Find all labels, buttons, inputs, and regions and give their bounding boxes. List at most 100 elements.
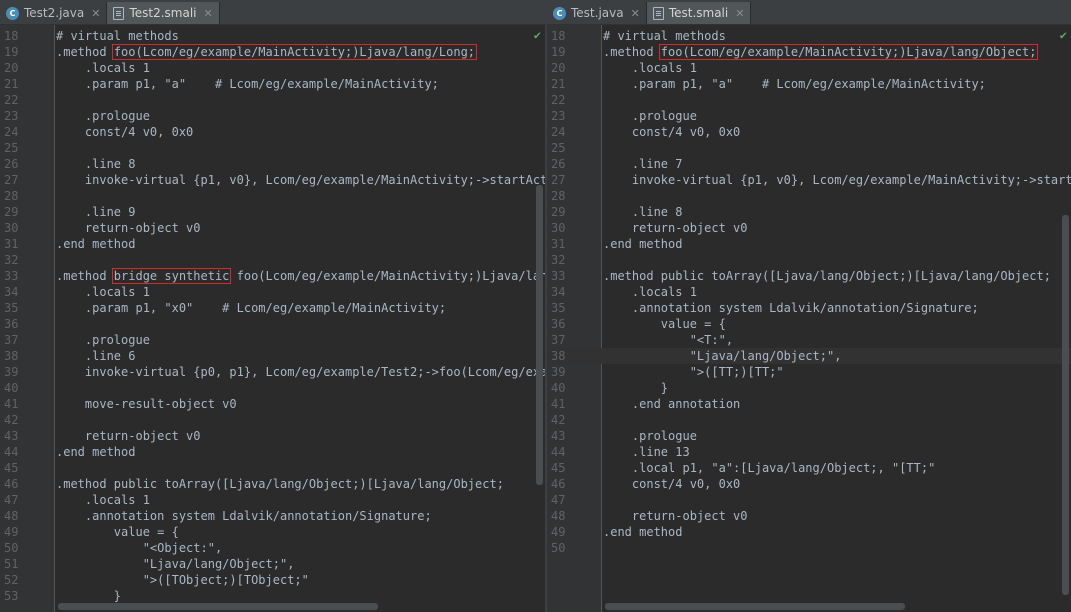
code-text: .line 6 xyxy=(56,348,136,364)
code-text: .line 8 xyxy=(56,156,136,172)
right-vertical-scrollbar[interactable] xyxy=(1062,215,1069,595)
code-line: 29 .line 8 xyxy=(547,204,1071,220)
right-code-editor[interactable]: ✔ 18 # virtual methods 19 .method foo(Lcom/… xyxy=(547,25,1071,612)
line-number: 18 xyxy=(551,29,566,43)
code-segment: .locals 1 xyxy=(56,61,150,75)
code-line: 29 .line 9 xyxy=(0,204,545,220)
code-segment: value = { xyxy=(603,317,726,331)
code-segment: } xyxy=(56,589,122,603)
code-segment: return-object v0 xyxy=(603,221,748,235)
code-segment: .locals 1 xyxy=(603,61,697,75)
code-segment: .prologue xyxy=(603,109,697,123)
close-icon[interactable]: ✕ xyxy=(91,7,100,20)
right-code-lines: 18 # virtual methods 19 .method foo(Lcom/eg… xyxy=(547,28,1071,556)
code-line: 18 # virtual methods xyxy=(547,28,1071,44)
code-segment: .method public toArray([Ljava/lang/Objec… xyxy=(56,477,504,491)
code-segment: return-object v0 xyxy=(56,221,201,235)
left-code-lines: 18 # virtual methods 19 .method foo(Lcom/eg… xyxy=(0,28,545,604)
tab-test-smali[interactable]: Test.smali ✕ xyxy=(646,2,752,24)
left-horizontal-scrollbar[interactable] xyxy=(58,603,378,610)
code-line: 22 xyxy=(547,92,1071,108)
line-number: 22 xyxy=(551,93,566,107)
code-text: .line 9 xyxy=(56,204,136,220)
right-editor-pane: C Test.java ✕ Test.smali ✕ ✔ 18 # virtual met… xyxy=(545,0,1071,612)
line-number: 24 xyxy=(551,125,566,139)
close-icon[interactable]: ✕ xyxy=(204,7,213,20)
line-number: 27 xyxy=(4,173,19,187)
line-number: 26 xyxy=(4,157,19,171)
code-text: "Ljava/lang/Object;", xyxy=(56,556,295,572)
code-segment: .local p1, "a":[Ljava/lang/Object;, "[TT… xyxy=(603,461,936,475)
code-segment: "<Object:", xyxy=(56,541,223,555)
left-code-editor[interactable]: ✔ 18 # virtual methods 19 .method foo(Lcom/… xyxy=(0,25,545,612)
line-number: 50 xyxy=(4,541,19,555)
code-line: 28 xyxy=(0,188,545,204)
code-line: 48 return-object v0 xyxy=(547,508,1071,524)
code-text: value = { xyxy=(56,524,179,540)
code-segment: const/4 v0, 0x0 xyxy=(603,477,741,491)
tab-test-java[interactable]: C Test.java ✕ xyxy=(547,2,647,24)
code-segment: .end method xyxy=(56,445,136,459)
line-number: 29 xyxy=(4,205,19,219)
left-vertical-scrollbar[interactable] xyxy=(536,185,543,485)
code-segment: } xyxy=(603,381,669,395)
code-segment: .locals 1 xyxy=(603,285,697,299)
code-line: 48 .annotation system Ldalvik/annotation… xyxy=(0,508,545,524)
code-segment: invoke-virtual {p1, v0}, Lcom/eg/example… xyxy=(56,173,545,187)
code-segment: const/4 v0, 0x0 xyxy=(603,125,741,139)
code-line: 34 .locals 1 xyxy=(547,284,1071,300)
code-text: .end method xyxy=(56,444,135,460)
code-line: 19 .method foo(Lcom/eg/example/MainActivi… xyxy=(547,44,1071,60)
code-line: 19 .method foo(Lcom/eg/example/MainActivi… xyxy=(0,44,545,60)
code-segment: .line 6 xyxy=(56,349,136,363)
code-text: .method bridge synthetic foo(Lcom/eg/exa… xyxy=(56,268,545,284)
tab-test2-smali[interactable]: Test2.smali ✕ xyxy=(107,2,220,24)
highlight-box: foo(Lcom/eg/example/MainActivity;)Ljava/… xyxy=(658,44,1039,60)
code-line: 42 xyxy=(0,412,545,428)
code-text: return-object v0 xyxy=(603,508,748,524)
highlight-box: foo(Lcom/eg/example/MainActivity;)Ljava/… xyxy=(111,44,478,60)
code-line: 24 const/4 v0, 0x0 xyxy=(0,124,545,140)
code-line: 33 .method public toArray([Ljava/lang/Obj… xyxy=(547,268,1071,284)
line-number: 30 xyxy=(4,221,19,235)
code-text: .end method xyxy=(603,524,682,540)
code-line: 23 .prologue xyxy=(0,108,545,124)
code-segment: .annotation system Ldalvik/annotation/Si… xyxy=(603,301,979,315)
code-text: const/4 v0, 0x0 xyxy=(56,124,193,140)
line-number: 21 xyxy=(4,77,19,91)
close-icon[interactable]: ✕ xyxy=(631,7,640,20)
code-segment: "Ljava/lang/Object;", xyxy=(56,557,295,571)
line-number: 36 xyxy=(551,317,566,331)
code-line: 43 .prologue xyxy=(547,428,1071,444)
code-segment: .end annotation xyxy=(603,397,741,411)
code-line: 27 invoke-virtual {p1, v0}, Lcom/eg/exam… xyxy=(547,172,1071,188)
tab-test2-java[interactable]: C Test2.java ✕ xyxy=(0,2,108,24)
java-class-icon: C xyxy=(553,6,566,20)
right-horizontal-scrollbar[interactable] xyxy=(605,603,905,610)
code-line: 42 xyxy=(547,412,1071,428)
code-line: 35 .annotation system Ldalvik/annotation… xyxy=(547,300,1071,316)
line-number: 48 xyxy=(551,509,566,523)
line-number: 19 xyxy=(551,45,566,59)
line-number: 33 xyxy=(551,269,566,283)
code-segment: .param p1, "a" # Lcom/eg/example/MainAct… xyxy=(56,77,439,91)
code-line: 32 xyxy=(547,252,1071,268)
code-line: 31 .end method xyxy=(547,236,1071,252)
line-number: 44 xyxy=(551,445,566,459)
close-icon[interactable]: ✕ xyxy=(735,7,744,20)
tab-label: Test2.java xyxy=(24,6,85,20)
code-segment: .method public toArray([Ljava/lang/Objec… xyxy=(603,269,1051,283)
line-number: 48 xyxy=(4,509,19,523)
code-line: 51 "Ljava/lang/Object;", xyxy=(0,556,545,572)
code-line: 39 ">([TT;)[TT;" xyxy=(547,364,1071,380)
line-number: 25 xyxy=(4,141,19,155)
line-number: 43 xyxy=(551,429,566,443)
code-segment: .locals 1 xyxy=(56,285,150,299)
left-editor-pane: C Test2.java ✕ Test2.smali ✕ ✔ 18 # virtual m… xyxy=(0,0,545,612)
highlight-box: bridge synthetic xyxy=(111,268,232,284)
code-text: "<T:", xyxy=(603,332,733,348)
line-number: 45 xyxy=(551,461,566,475)
line-number: 25 xyxy=(551,141,566,155)
line-number: 27 xyxy=(551,173,566,187)
line-number: 31 xyxy=(4,237,19,251)
